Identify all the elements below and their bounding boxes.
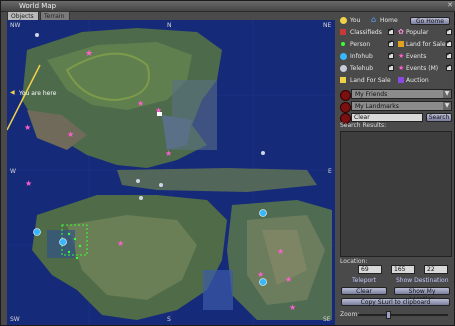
legend-classifieds: Classifieds <box>350 29 382 36</box>
legend-events-mature: Events (M) <box>406 65 439 72</box>
copy-slurl-button[interactable]: Copy SLurl to clipboard <box>341 298 450 306</box>
classifieds-checkbox[interactable] <box>388 26 394 35</box>
compass-se: SE <box>323 316 331 323</box>
telehub-checkbox[interactable] <box>388 62 394 71</box>
svg-text:★: ★ <box>85 49 93 59</box>
compass-w: W <box>10 168 16 175</box>
location-z-field[interactable]: 22 <box>424 265 448 274</box>
legend-land-for-sale-2: Land For Sale <box>350 77 391 84</box>
map-controls-panel: You ⌂ Home Go Home Classifieds ✿ Popular… <box>338 15 454 324</box>
person-icon <box>341 42 345 46</box>
go-home-button[interactable]: Go Home <box>410 17 450 25</box>
legend-you: You <box>350 17 361 24</box>
search-results-label: Search Results: <box>340 122 387 129</box>
landmark-marker-icon <box>340 102 351 113</box>
zoom-slider-thumb[interactable] <box>386 311 391 319</box>
popular-checkbox[interactable] <box>446 26 452 35</box>
clear-button[interactable]: Clear <box>341 287 387 295</box>
svg-text:★: ★ <box>24 123 31 132</box>
tab-terrain[interactable]: Terrain <box>40 11 70 20</box>
you-icon <box>340 17 347 24</box>
land-for-sale-square-icon <box>340 77 346 83</box>
classifieds-icon <box>340 29 346 35</box>
legend-person: Person <box>350 41 371 48</box>
legend-infohub: Infohub <box>350 53 373 60</box>
friends-marker-icon <box>340 90 351 101</box>
you-arrow-icon: ◀ <box>10 89 15 96</box>
zoom-slider[interactable] <box>358 311 448 319</box>
friends-dropdown-value: My Friends <box>355 91 388 98</box>
legend-home: Home <box>380 17 398 24</box>
show-destination-button[interactable]: Show Destination <box>396 277 449 284</box>
chevron-down-icon: ▼ <box>443 102 451 110</box>
compass-sw: SW <box>10 316 20 323</box>
events-checkbox[interactable] <box>446 50 452 59</box>
search-results-list[interactable] <box>340 131 452 257</box>
world-map-window: World Map ✕ Objects Terrain ★ ★ ★ ★ ★ ★ … <box>0 0 455 326</box>
compass-e: E <box>328 168 332 175</box>
compass-nw: NW <box>10 22 21 29</box>
person-checkbox[interactable] <box>388 38 394 47</box>
compass-s: S <box>167 316 171 323</box>
svg-text:★: ★ <box>25 179 32 188</box>
land-for-sale-checkbox[interactable] <box>446 38 452 47</box>
events-icon: ★ <box>398 52 405 60</box>
you-are-here-label: You are here <box>19 90 57 97</box>
events-mature-checkbox[interactable] <box>446 62 452 71</box>
svg-text:★: ★ <box>257 270 264 279</box>
window-title: World Map <box>19 2 57 10</box>
search-button[interactable]: Search <box>426 113 452 122</box>
show-my-location-button[interactable]: Show My Location <box>394 287 450 303</box>
teleport-button[interactable]: Teleport <box>352 277 376 284</box>
events-mature-icon: ★ <box>398 64 405 72</box>
close-icon[interactable]: ✕ <box>447 1 453 9</box>
land-for-sale-icon <box>398 41 404 47</box>
landmarks-dropdown[interactable]: My Landmarks ▼ <box>351 101 452 111</box>
svg-text:★: ★ <box>277 247 284 256</box>
friends-dropdown[interactable]: My Friends ▼ <box>351 89 452 99</box>
svg-text:★: ★ <box>137 99 144 108</box>
legend-land-for-sale: Land for Sale <box>406 41 446 48</box>
legend-auction: Auction <box>406 77 429 84</box>
svg-text:★: ★ <box>289 303 296 312</box>
home-icon: ⌂ <box>371 15 377 24</box>
svg-text:★: ★ <box>165 149 172 158</box>
telehub-icon <box>340 65 347 72</box>
auction-icon <box>398 77 404 83</box>
popular-icon: ✿ <box>398 28 404 36</box>
world-map-view[interactable]: ★ ★ ★ ★ ★ ★ ★ ★ ★ ★ ★ ★ NW N NE W E SW S… <box>7 20 335 325</box>
location-x-field[interactable]: 69 <box>358 265 382 274</box>
svg-text:★: ★ <box>67 130 74 139</box>
legend-popular: Popular <box>406 29 429 36</box>
tab-objects[interactable]: Objects <box>7 11 39 20</box>
compass-n: N <box>167 22 172 29</box>
map-terrain: ★ ★ ★ ★ ★ ★ ★ ★ ★ ★ ★ ★ <box>7 20 335 325</box>
landmarks-dropdown-value: My Landmarks <box>355 103 399 110</box>
zoom-label: Zoom: <box>340 311 360 318</box>
compass-ne: NE <box>323 22 332 29</box>
location-y-field[interactable]: 165 <box>391 265 415 274</box>
infohub-checkbox[interactable] <box>388 50 394 59</box>
svg-text:★: ★ <box>117 239 124 248</box>
location-label: Location: <box>340 258 368 265</box>
chevron-down-icon: ▼ <box>443 90 451 98</box>
svg-text:★: ★ <box>285 275 292 284</box>
infohub-icon <box>340 53 347 60</box>
legend-telehub: Telehub <box>350 65 374 72</box>
search-input[interactable]: Clear <box>351 113 423 122</box>
legend-events: Events <box>406 53 427 60</box>
